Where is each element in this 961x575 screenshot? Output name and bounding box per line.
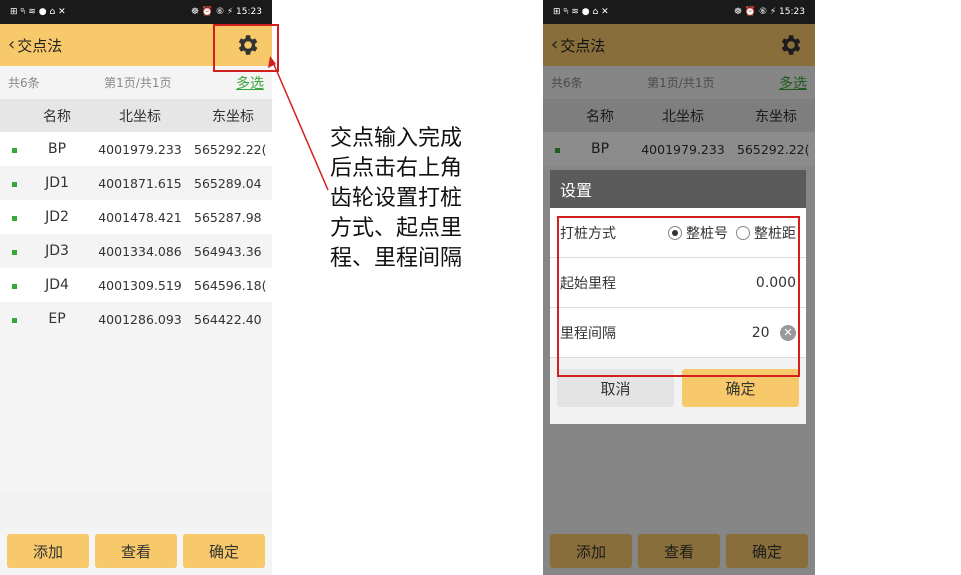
total-count: 共6条 bbox=[8, 76, 40, 90]
dialog-title: 设置 bbox=[550, 170, 806, 208]
start-mileage-input[interactable]: 0.000 bbox=[632, 275, 796, 291]
multi-select-link[interactable]: 多选 bbox=[236, 73, 264, 93]
annotation-line: 交点输入完成 bbox=[330, 126, 463, 151]
phone-screen-list: ⊞ ᵍₗ ≋ ● ⌂ ✕ ☸ ⏰ ⑥ ⚡ 15:23 ‹ 交点法 共6条 第1页… bbox=[0, 0, 272, 575]
page-indicator: 第1页/共1页 bbox=[104, 76, 172, 90]
bullet-icon bbox=[12, 181, 17, 187]
cell-north: 4001871.615 bbox=[98, 175, 182, 191]
bullet-icon bbox=[12, 249, 17, 255]
ok-button[interactable]: 确定 bbox=[682, 369, 799, 407]
cell-east: 565287.98 bbox=[194, 209, 262, 225]
radio-whole-distance-label: 整桩距 bbox=[754, 225, 796, 242]
footer-bar: 添加 查看 确定 bbox=[0, 527, 272, 575]
cell-east: 565289.04 bbox=[194, 175, 262, 191]
pile-method-radio-group: 整桩号 整桩距 bbox=[632, 223, 796, 243]
back-chevron-icon[interactable]: ‹ bbox=[8, 36, 15, 54]
annotation-text: 交点输入完成 后点击右上角 齿轮设置打桩 方式、起点里 程、里程间隔 bbox=[330, 124, 500, 274]
header-east: 东坐标 bbox=[212, 108, 254, 125]
cell-north: 4001478.421 bbox=[98, 209, 182, 225]
radio-checked-icon[interactable] bbox=[668, 225, 682, 240]
cell-name: EP bbox=[48, 311, 66, 327]
cancel-button[interactable]: 取消 bbox=[557, 369, 674, 407]
mileage-interval-input[interactable]: 20 bbox=[752, 325, 770, 341]
table-row[interactable]: JD4 4001309.519 564596.18( bbox=[0, 268, 272, 302]
radio-unchecked-icon[interactable] bbox=[736, 225, 750, 240]
status-left: ⊞ ᵍₗ ≋ ● ⌂ ✕ bbox=[10, 7, 66, 17]
table-row[interactable]: JD1 4001871.615 565289.04 bbox=[0, 166, 272, 200]
cell-east: 564422.40 bbox=[194, 311, 262, 327]
bullet-icon bbox=[12, 215, 17, 221]
bullet-icon bbox=[12, 147, 17, 153]
cell-name: JD4 bbox=[45, 277, 69, 293]
app-header: ‹ 交点法 bbox=[0, 24, 272, 66]
cell-east: 565292.22( bbox=[194, 141, 267, 157]
cell-east: 564943.36 bbox=[194, 243, 262, 259]
annotation-line: 方式、起点里 bbox=[330, 216, 463, 241]
mileage-interval-label: 里程间隔 bbox=[560, 325, 616, 342]
status-right: ☸ ⏰ ⑥ ⚡ 15:23 bbox=[733, 7, 805, 17]
mileage-interval-row[interactable]: 里程间隔 20 ✕ bbox=[550, 308, 806, 358]
cell-east: 564596.18( bbox=[194, 277, 267, 293]
table-row[interactable]: EP 4001286.093 564422.40 bbox=[0, 302, 272, 336]
cell-north: 4001309.519 bbox=[98, 277, 182, 293]
cell-name: JD1 bbox=[45, 175, 69, 191]
cell-name: JD2 bbox=[45, 209, 69, 225]
settings-dialog: 设置 打桩方式 整桩号 整桩距 起始里程 0.000 里程间隔 20 ✕ 取消 … bbox=[550, 170, 806, 424]
table-header: 名称 北坐标 东坐标 bbox=[0, 99, 272, 132]
dialog-actions: 取消 确定 bbox=[550, 358, 806, 418]
clear-icon[interactable]: ✕ bbox=[780, 324, 796, 341]
gear-icon[interactable] bbox=[234, 32, 260, 58]
tutorial-stage: ⊞ ᵍₗ ≋ ● ⌂ ✕ ☸ ⏰ ⑥ ⚡ 15:23 ‹ 交点法 共6条 第1页… bbox=[0, 0, 961, 575]
cell-north: 4001334.086 bbox=[98, 243, 182, 259]
bullet-icon bbox=[12, 317, 17, 323]
status-bar: ⊞ ᵍₗ ≋ ● ⌂ ✕ ☸ ⏰ ⑥ ⚡ 15:23 bbox=[0, 0, 272, 24]
radio-whole-station[interactable]: 整桩号 bbox=[668, 223, 728, 243]
view-button[interactable]: 查看 bbox=[95, 534, 177, 568]
header-north: 北坐标 bbox=[119, 108, 161, 125]
cell-north: 4001979.233 bbox=[98, 141, 182, 157]
annotation-line: 齿轮设置打桩 bbox=[330, 186, 463, 211]
add-button[interactable]: 添加 bbox=[7, 534, 89, 568]
header-name: 名称 bbox=[43, 108, 71, 125]
status-right: ☸ ⏰ ⑥ ⚡ 15:23 bbox=[190, 7, 262, 17]
page-title: 交点法 bbox=[17, 36, 63, 55]
table-row[interactable]: JD3 4001334.086 564943.36 bbox=[0, 234, 272, 268]
annotation-line: 后点击右上角 bbox=[330, 156, 463, 181]
pile-method-row: 打桩方式 整桩号 整桩距 bbox=[550, 208, 806, 258]
bullet-icon bbox=[12, 283, 17, 289]
cell-name: BP bbox=[47, 141, 67, 157]
status-left: ⊞ ᵍₗ ≋ ● ⌂ ✕ bbox=[553, 7, 609, 17]
radio-whole-station-label: 整桩号 bbox=[686, 225, 728, 242]
start-mileage-row[interactable]: 起始里程 0.000 bbox=[550, 258, 806, 308]
table-row[interactable]: JD2 4001478.421 565287.98 bbox=[0, 200, 272, 234]
confirm-button[interactable]: 确定 bbox=[183, 534, 265, 568]
status-bar: ⊞ ᵍₗ ≋ ● ⌂ ✕ ☸ ⏰ ⑥ ⚡ 15:23 bbox=[543, 0, 815, 24]
radio-whole-distance[interactable]: 整桩距 bbox=[736, 223, 796, 243]
start-mileage-label: 起始里程 bbox=[560, 275, 616, 292]
info-bar: 共6条 第1页/共1页 多选 bbox=[0, 66, 272, 99]
pile-method-label: 打桩方式 bbox=[560, 225, 616, 242]
cell-name: JD3 bbox=[45, 243, 69, 259]
cell-north: 4001286.093 bbox=[98, 311, 182, 327]
point-list: BP 4001979.233 565292.22( JD1 4001871.61… bbox=[0, 132, 272, 492]
table-row[interactable]: BP 4001979.233 565292.22( bbox=[0, 132, 272, 166]
phone-screen-settings: ⊞ ᵍₗ ≋ ● ⌂ ✕ ☸ ⏰ ⑥ ⚡ 15:23 ‹ 交点法 共6条 第1页… bbox=[543, 0, 815, 575]
annotation-line: 程、里程间隔 bbox=[330, 246, 463, 271]
